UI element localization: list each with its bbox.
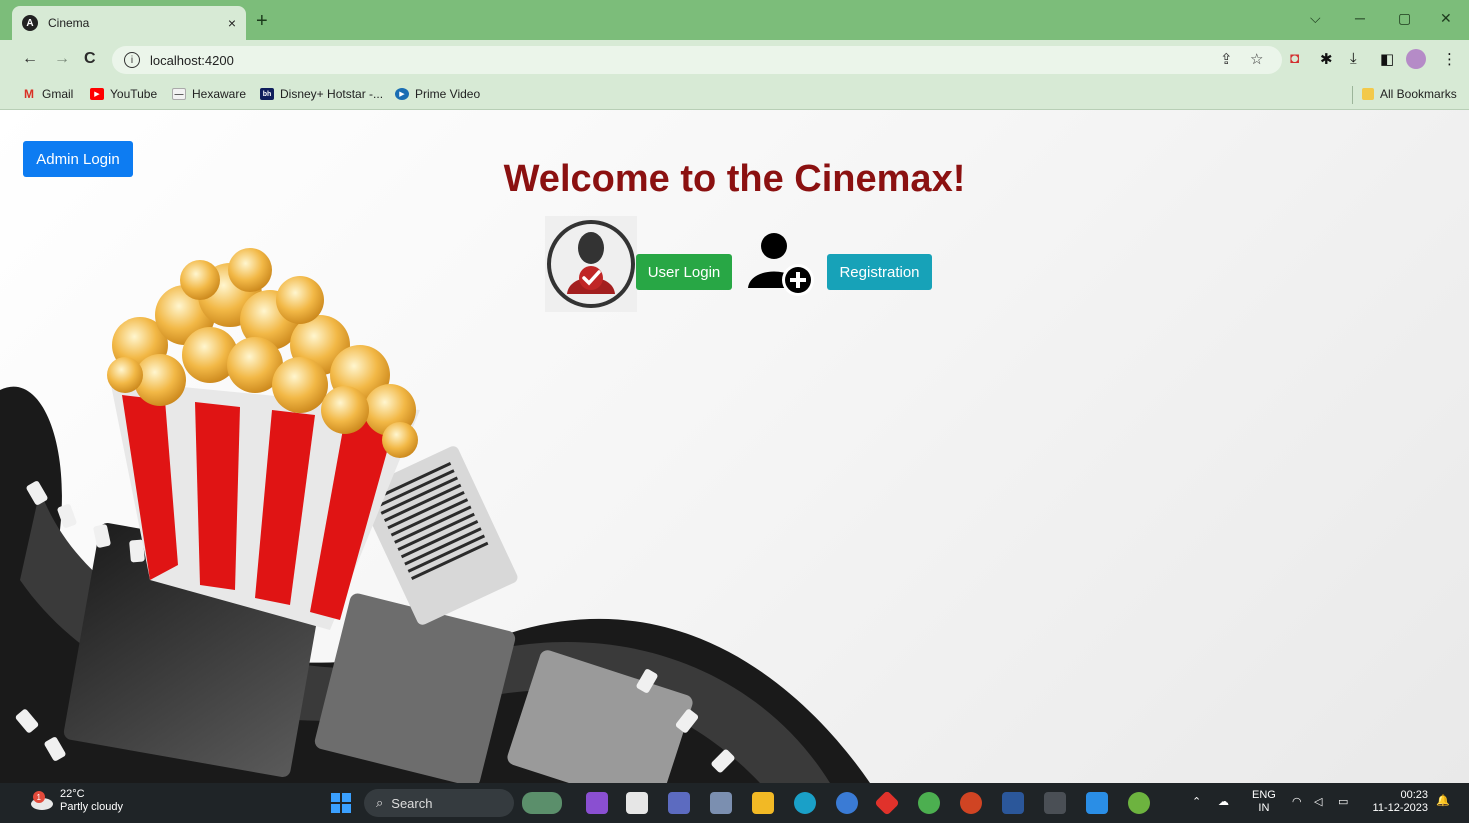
wifi-icon[interactable]: ◠	[1292, 796, 1302, 809]
search-icon: ⌕	[376, 795, 384, 810]
browser-app-icon[interactable]	[836, 792, 858, 814]
close-tab-icon[interactable]: ×	[228, 15, 236, 31]
weather-cloud-icon: 1	[30, 790, 54, 812]
folder-icon	[1362, 88, 1374, 100]
task-view-icon[interactable]	[626, 792, 648, 814]
new-tab-button[interactable]: +	[256, 10, 268, 33]
notification-bell-icon[interactable]: 🔔	[1436, 795, 1450, 808]
youtube-icon: ▶	[90, 88, 104, 100]
region-code: IN	[1258, 802, 1270, 814]
registration-button[interactable]: Registration	[827, 254, 932, 290]
vscode-icon[interactable]	[1086, 792, 1108, 814]
download-icon[interactable]: ⤓	[1350, 50, 1357, 67]
page-content: Admin Login Welcome to the Cinemax! User…	[0, 110, 1469, 783]
clock[interactable]: 00:23 11-12-2023	[1366, 789, 1428, 815]
volume-icon[interactable]: ◁	[1314, 796, 1322, 809]
address-bar[interactable]: i localhost:4200	[112, 46, 1282, 74]
weather-temperature: 22°C	[60, 788, 85, 800]
chrome-icon[interactable]	[918, 792, 940, 814]
bookmark-label: Prime Video	[415, 87, 481, 101]
browser-toolbar: ← → C i localhost:4200 ⇪ ☆ ◘ ✱ ⤓ ◧ ⋮	[0, 40, 1469, 80]
bookmark-hotstar[interactable]: bh Disney+ Hotstar -...	[260, 87, 383, 101]
pocket-extension-icon[interactable]: ◘	[1290, 50, 1299, 67]
bookmark-label: Disney+ Hotstar -...	[280, 87, 384, 101]
clock-date: 11-12-2023	[1372, 802, 1428, 814]
add-user-icon	[746, 232, 816, 298]
bookmark-hexaware[interactable]: — Hexaware	[172, 87, 246, 101]
copilot-icon[interactable]	[586, 792, 608, 814]
side-panel-icon[interactable]: ◧	[1380, 50, 1394, 68]
search-highlight-icon[interactable]	[522, 792, 562, 814]
prime-video-icon: ▶	[395, 88, 409, 100]
snipping-tool-icon[interactable]	[710, 792, 732, 814]
bookmark-prime-video[interactable]: ▶ Prime Video	[395, 87, 480, 101]
spring-tool-suite-icon[interactable]	[1128, 792, 1150, 814]
bookmarks-separator	[1352, 86, 1353, 104]
taskbar-search[interactable]: ⌕ Search	[364, 789, 514, 817]
extensions-puzzle-icon[interactable]: ✱	[1320, 50, 1333, 68]
clock-time: 00:23	[1400, 789, 1428, 801]
profile-avatar[interactable]	[1406, 49, 1426, 69]
powerpoint-icon[interactable]	[960, 792, 982, 814]
bookmark-star-icon[interactable]: ☆	[1250, 50, 1263, 68]
language-indicator[interactable]: ENG IN	[1252, 789, 1276, 815]
bookmark-label: Gmail	[42, 87, 74, 101]
search-label: Search	[391, 795, 433, 811]
bookmark-label: Hexaware	[192, 87, 247, 101]
tab-title: Cinema	[48, 16, 90, 30]
bookmark-label: YouTube	[110, 87, 158, 101]
forward-button[interactable]: →	[54, 50, 70, 68]
bookmark-youtube[interactable]: ▶ YouTube	[90, 87, 157, 101]
maximize-button[interactable]: ▢	[1398, 10, 1411, 27]
tray-cloud-icon[interactable]: ☁	[1218, 796, 1229, 809]
site-info-icon[interactable]: i	[124, 52, 140, 68]
back-button[interactable]: ←	[22, 50, 38, 68]
browser-tab-strip: A Cinema × + ⌵ ─ ▢ ✕	[0, 0, 1469, 40]
weather-description: Partly cloudy	[60, 801, 123, 813]
windows-taskbar: 1 22°C Partly cloudy ⌕ Search ⌃ ☁ ENG IN…	[0, 783, 1469, 823]
user-login-button[interactable]: User Login	[636, 254, 732, 290]
language-code: ENG	[1252, 789, 1276, 801]
file-explorer-icon[interactable]	[752, 792, 774, 814]
reload-button[interactable]: C	[84, 50, 96, 68]
git-icon[interactable]	[874, 790, 900, 816]
all-bookmarks-label: All Bookmarks	[1380, 87, 1457, 101]
share-icon[interactable]: ⇪	[1220, 50, 1233, 68]
word-icon[interactable]	[1002, 792, 1024, 814]
all-bookmarks[interactable]: All Bookmarks	[1362, 87, 1457, 101]
close-window-button[interactable]: ✕	[1440, 10, 1452, 27]
windows-start-icon[interactable]	[330, 792, 352, 814]
bookmark-gmail[interactable]: M Gmail	[22, 87, 73, 101]
weather-widget[interactable]: 1 22°C Partly cloudy	[30, 788, 123, 814]
minimize-button[interactable]: ─	[1355, 10, 1365, 26]
hexaware-icon: —	[172, 88, 186, 100]
battery-icon[interactable]: ▭	[1338, 796, 1348, 809]
tray-overflow-icon[interactable]: ⌃	[1192, 796, 1201, 809]
teams-icon[interactable]	[668, 792, 690, 814]
hotstar-icon: bh	[260, 88, 274, 100]
tab-cinema[interactable]: A Cinema ×	[12, 6, 246, 40]
url-text: localhost:4200	[150, 52, 234, 68]
tab-search-icon[interactable]: ⌵	[1310, 10, 1321, 27]
bookmarks-bar: M Gmail ▶ YouTube — Hexaware bh Disney+ …	[0, 80, 1469, 110]
user-avatar-icon	[545, 216, 637, 312]
gmail-icon: M	[24, 87, 34, 101]
angular-favicon-icon: A	[22, 15, 38, 31]
popcorn-film-background-image	[0, 248, 870, 783]
edge-icon[interactable]	[794, 792, 816, 814]
terminal-icon[interactable]	[1044, 792, 1066, 814]
chrome-menu-icon[interactable]: ⋮	[1442, 50, 1457, 68]
page-title: Welcome to the Cinemax!	[503, 158, 966, 200]
weather-badge: 1	[37, 793, 42, 802]
